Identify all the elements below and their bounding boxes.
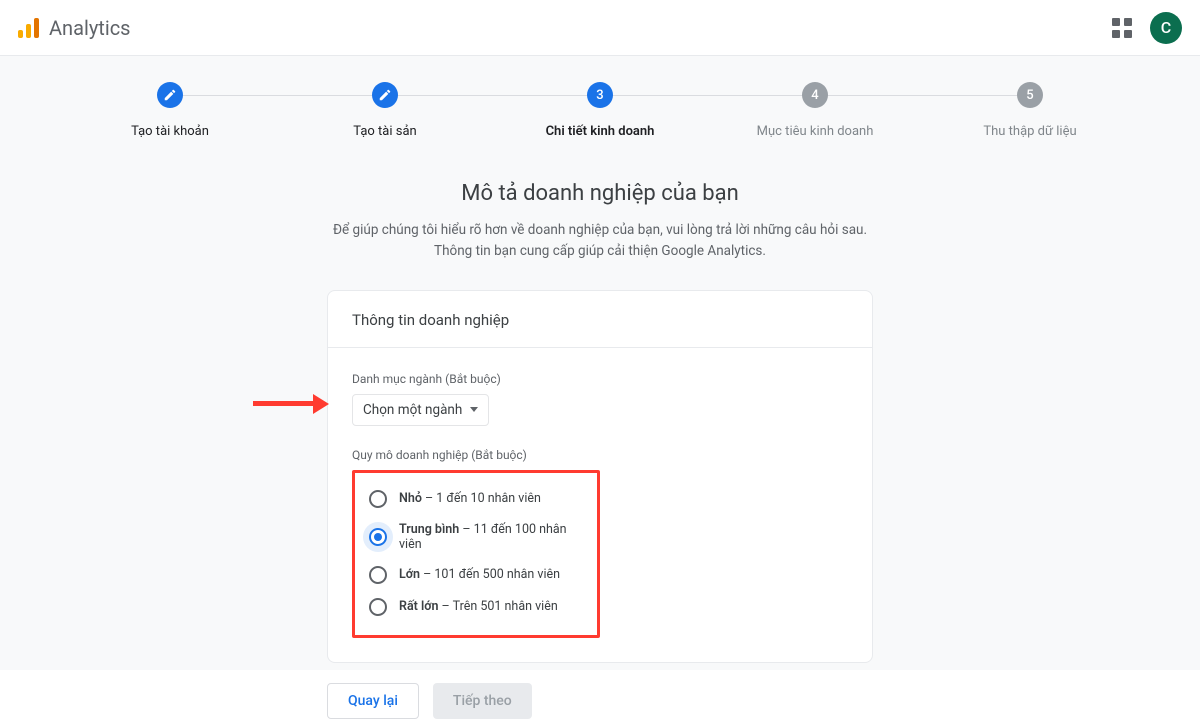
step-label: Chi tiết kinh doanh	[546, 124, 655, 139]
radio-icon	[369, 598, 387, 616]
desc-line-1: Để giúp chúng tôi hiểu rõ hơn về doanh n…	[333, 222, 867, 238]
desc-line-2: Thông tin bạn cung cấp giúp cải thiện Go…	[434, 243, 766, 259]
app-header: Analytics C	[0, 0, 1200, 56]
radio-label: Trung bình – 11 đến 100 nhân viên	[399, 522, 583, 552]
step-business-details[interactable]: 3 Chi tiết kinh doanh	[500, 82, 700, 139]
step-label: Thu thập dữ liệu	[983, 124, 1076, 139]
button-row: Quay lại Tiếp theo	[327, 683, 873, 719]
card-body: Danh mục ngành (Bắt buộc) Chọn một ngành…	[328, 348, 872, 662]
header-left: Analytics	[18, 16, 131, 40]
radio-option-medium[interactable]: Trung bình – 11 đến 100 nhân viên	[369, 515, 583, 559]
stepper: Tạo tài khoản Tạo tài sản 3 Chi tiết kin…	[70, 82, 1130, 139]
header-right: C	[1112, 12, 1182, 44]
avatar[interactable]: C	[1150, 12, 1182, 44]
step-number: 5	[1017, 82, 1043, 108]
radio-option-small[interactable]: Nhỏ – 1 đến 10 nhân viên	[369, 483, 583, 515]
radio-icon	[369, 528, 387, 546]
step-number: 4	[802, 82, 828, 108]
step-business-goals: 4 Mục tiêu kinh doanh	[715, 82, 915, 139]
industry-field-label: Danh mục ngành (Bắt buộc)	[352, 372, 848, 386]
step-create-property[interactable]: Tạo tài sản	[285, 82, 485, 139]
industry-dropdown[interactable]: Chọn một ngành	[352, 394, 489, 426]
radio-icon	[369, 566, 387, 584]
radio-label: Nhỏ – 1 đến 10 nhân viên	[399, 491, 541, 506]
chevron-down-icon	[470, 407, 478, 412]
step-label: Tạo tài sản	[353, 124, 416, 139]
business-size-radio-group: Nhỏ – 1 đến 10 nhân viên Trung bình – 11…	[352, 470, 600, 638]
page-description: Để giúp chúng tôi hiểu rõ hơn về doanh n…	[0, 220, 1200, 262]
step-create-account[interactable]: Tạo tài khoản	[70, 82, 270, 139]
radio-option-very-large[interactable]: Rất lớn – Trên 501 nhân viên	[369, 591, 583, 623]
step-number: 3	[587, 82, 613, 108]
size-field-label: Quy mô doanh nghiệp (Bắt buộc)	[352, 448, 848, 462]
apps-grid-icon[interactable]	[1112, 18, 1132, 38]
pencil-icon	[157, 82, 183, 108]
dropdown-value: Chọn một ngành	[363, 402, 462, 418]
radio-option-large[interactable]: Lớn – 101 đến 500 nhân viên	[369, 559, 583, 591]
pencil-icon	[372, 82, 398, 108]
page-title: Mô tả doanh nghiệp của bạn	[0, 181, 1200, 206]
main-content: Tạo tài khoản Tạo tài sản 3 Chi tiết kin…	[0, 56, 1200, 670]
annotation-arrow-icon	[253, 394, 329, 414]
step-label: Tạo tài khoản	[131, 124, 209, 139]
next-button[interactable]: Tiếp theo	[433, 683, 532, 719]
business-info-card: Thông tin doanh nghiệp Danh mục ngành (B…	[327, 290, 873, 663]
step-label: Mục tiêu kinh doanh	[757, 124, 874, 139]
radio-icon	[369, 490, 387, 508]
step-data-collection: 5 Thu thập dữ liệu	[930, 82, 1130, 139]
back-button[interactable]: Quay lại	[327, 683, 419, 719]
analytics-logo-icon	[18, 18, 39, 38]
radio-label: Lớn – 101 đến 500 nhân viên	[399, 567, 560, 582]
app-title: Analytics	[49, 16, 131, 40]
radio-label: Rất lớn – Trên 501 nhân viên	[399, 599, 558, 614]
card-title: Thông tin doanh nghiệp	[328, 291, 872, 348]
